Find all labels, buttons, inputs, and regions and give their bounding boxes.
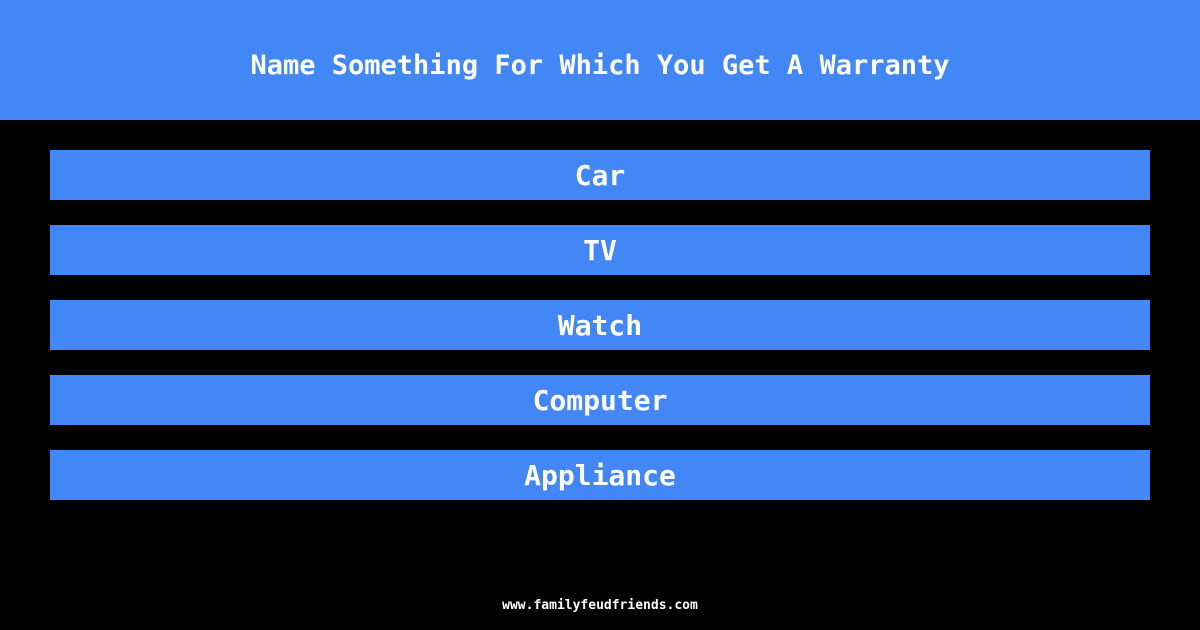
answer-item-5[interactable]: Appliance	[50, 450, 1150, 500]
answer-item-3[interactable]: Watch	[50, 300, 1150, 350]
answer-label: Computer	[532, 383, 668, 417]
answer-label: TV	[583, 233, 617, 267]
site-url: www.familyfeudfriends.com	[502, 598, 698, 613]
answer-label: Appliance	[524, 458, 676, 492]
answer-item-2[interactable]: TV	[50, 225, 1150, 275]
answer-item-4[interactable]: Computer	[50, 375, 1150, 425]
answer-item-1[interactable]: Car	[50, 150, 1150, 200]
question-title: Name Something For Which You Get A Warra…	[250, 50, 950, 81]
answer-list: Car TV Watch Computer Appliance	[50, 150, 1150, 525]
answer-label: Car	[574, 158, 626, 192]
question-header: Name Something For Which You Get A Warra…	[0, 0, 1200, 120]
answer-label: Watch	[557, 308, 643, 342]
